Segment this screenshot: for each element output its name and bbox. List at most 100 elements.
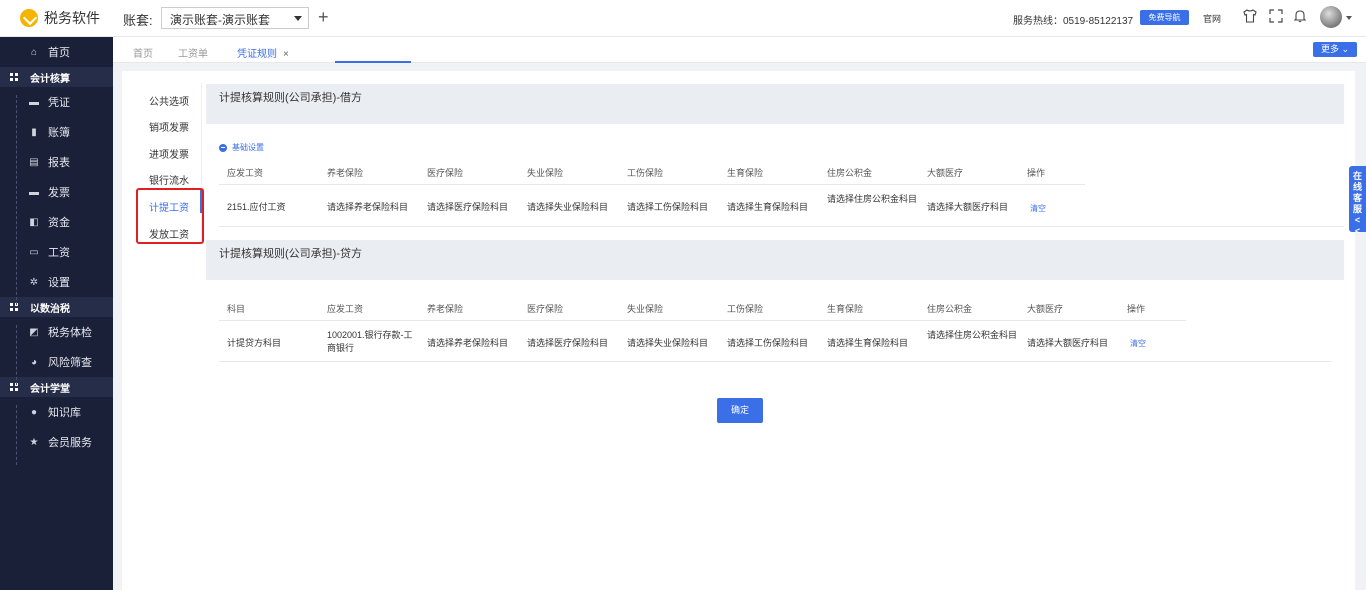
close-icon[interactable]: × <box>283 49 289 60</box>
table-header: 失业保险 <box>527 168 564 178</box>
user-avatar[interactable] <box>1320 6 1342 28</box>
table-cell[interactable]: 请选择失业保险科目 <box>627 337 708 350</box>
homepage-link[interactable]: 官网 <box>1203 12 1221 25</box>
table-header: 工伤保险 <box>727 304 764 314</box>
table-header: 住房公积金 <box>827 168 873 178</box>
fullscreen-icon[interactable] <box>1268 9 1284 25</box>
table-cell[interactable]: 请选择工伤保险科目 <box>627 201 708 214</box>
table-cell[interactable]: 请选择生育保险科目 <box>827 337 908 350</box>
sidebar-item-label: 会员服务 <box>48 437 92 449</box>
table-cell[interactable]: 请选择大额医疗科目 <box>927 201 1008 214</box>
nav-purchase-invoice[interactable]: 进项发票 <box>149 146 189 161</box>
checkup-icon: ◩ <box>29 326 39 338</box>
more-button[interactable]: 更多 ⌄ <box>1313 42 1357 57</box>
sidebar-section-accounting[interactable]: 会计核算 <box>0 67 113 87</box>
sidebar-item-label: 设置 <box>48 277 70 289</box>
sidebar-item-label: 首页 <box>48 47 70 59</box>
table-header: 生育保险 <box>727 168 764 178</box>
table-cell[interactable]: 1002001.银行存款-工商银行 <box>327 329 415 355</box>
sidebar-item-label: 报表 <box>48 157 70 169</box>
table-header: 操作 <box>1127 304 1146 314</box>
table-header: 应发工资 <box>327 304 364 314</box>
money-icon: ◧ <box>29 216 39 228</box>
app-logo[interactable]: 税务软件 <box>20 8 100 28</box>
table-header: 养老保险 <box>427 304 464 314</box>
account-select-value: 演示账套-演示账套 <box>170 13 270 27</box>
nav-bank-statement[interactable]: 银行流水 <box>149 172 189 187</box>
clear-button[interactable]: 清空 <box>1130 337 1146 350</box>
debit-section-header: 计提核算规则(公司承担)-借方 <box>206 84 1344 124</box>
table-cell[interactable]: 请选择生育保险科目 <box>727 201 808 214</box>
table-header: 科目 <box>227 304 246 314</box>
table-cell[interactable]: 请选择养老保险科目 <box>427 337 508 350</box>
table-cell[interactable]: 请选择工伤保险科目 <box>727 337 808 350</box>
online-service-tab[interactable]: 在线客服<< <box>1349 166 1366 236</box>
nav-public-options[interactable]: 公共选项 <box>149 93 189 108</box>
credit-section-title: 计提核算规则(公司承担)-贷方 <box>219 248 362 260</box>
row-divider <box>219 320 1186 321</box>
grid-icon <box>10 73 18 81</box>
debit-section-title: 计提核算规则(公司承担)-借方 <box>219 92 362 104</box>
basic-settings-toggle[interactable]: 基础设置 <box>219 142 264 153</box>
online-service-label: 在线客服<< <box>1352 171 1362 236</box>
table-cell[interactable]: 请选择医疗保险科目 <box>427 201 508 214</box>
table-cell[interactable]: 2151.应付工资 <box>227 201 286 214</box>
location-pin-icon: ● <box>30 406 38 418</box>
star-icon: ★ <box>29 436 39 448</box>
invoice-icon: ▬ <box>29 186 39 198</box>
table-cell[interactable]: 请选择住房公积金科目 <box>927 329 1017 342</box>
sidebar-section-label: 会计核算 <box>30 73 70 85</box>
table-cell[interactable]: 请选择失业保险科目 <box>527 201 608 214</box>
sidebar-item-label: 账簿 <box>48 127 70 139</box>
annotation-highlight-box <box>136 188 204 244</box>
table-header: 应发工资 <box>227 168 264 178</box>
table-cell[interactable]: 请选择养老保险科目 <box>327 201 408 214</box>
account-label: 账套: <box>123 13 153 28</box>
table-cell[interactable]: 请选择住房公积金科目 <box>827 193 917 206</box>
active-tab-indicator <box>335 61 411 63</box>
sidebar-section-label: 以数治税 <box>30 303 70 315</box>
avatar-chevron-icon[interactable] <box>1346 16 1352 20</box>
table-header: 住房公积金 <box>927 304 973 314</box>
table-header: 工伤保险 <box>627 168 664 178</box>
nav-sales-invoice[interactable]: 销项发票 <box>149 119 189 134</box>
account-select[interactable]: 演示账套-演示账套 <box>161 7 309 29</box>
table-cell[interactable]: 计提贷方科目 <box>227 337 281 350</box>
app-name: 税务软件 <box>44 10 100 26</box>
logo-icon <box>20 9 38 27</box>
tshirt-icon[interactable] <box>1242 9 1258 25</box>
table-header: 生育保险 <box>827 304 864 314</box>
gear-icon: ✲ <box>29 276 39 288</box>
sidebar-item-home[interactable]: ⌂ 首页 <box>0 37 113 67</box>
sidebar-section-label: 会计学堂 <box>30 383 70 395</box>
free-nav-button[interactable]: 免费导航 <box>1140 10 1189 25</box>
table-header: 养老保险 <box>327 168 364 178</box>
tab-home[interactable]: 首页 <box>133 45 153 60</box>
ticket-icon: ▬ <box>29 96 39 108</box>
sidebar-item-label: 资金 <box>48 217 70 229</box>
credit-section-header: 计提核算规则(公司承担)-贷方 <box>206 240 1344 280</box>
sidebar-tree-line <box>16 325 17 385</box>
table-header: 医疗保险 <box>427 168 464 178</box>
table-header: 失业保险 <box>627 304 664 314</box>
collapse-icon <box>219 143 227 152</box>
main-panel: 公共选项 销项发票 进项发票 银行流水 计提工资 发放工资 计提核算规则(公司承… <box>122 71 1355 590</box>
tab-payroll[interactable]: 工资单 <box>178 45 208 60</box>
document-icon: ▤ <box>29 156 39 168</box>
bell-icon[interactable] <box>1292 9 1308 25</box>
table-cell[interactable]: 请选择大额医疗科目 <box>1027 337 1108 350</box>
confirm-button[interactable]: 确定 <box>717 398 763 423</box>
table-header: 操作 <box>1027 168 1046 178</box>
sidebar-tree-line <box>16 95 17 305</box>
tab-voucher-rules[interactable]: 凭证规则 × <box>237 45 289 60</box>
top-bar: 税务软件 账套: 演示账套-演示账套 + 服务热线：0519-85122137 … <box>0 0 1366 37</box>
bar-chart-icon: ▮ <box>31 126 37 138</box>
sidebar: ⌂ 首页 会计核算 ▬ 凭证 ▮ 账簿 ▤ 报表 ▬ 发票 ◧ 资金 ▭ 工资 ✲ 设置 以数… <box>0 37 113 590</box>
salary-icon: ▭ <box>29 246 39 258</box>
home-icon: ⌂ <box>30 46 38 58</box>
sidebar-item-label: 凭证 <box>48 97 70 109</box>
tab-label: 凭证规则 <box>237 49 277 60</box>
clear-button[interactable]: 清空 <box>1030 202 1046 215</box>
add-account-button[interactable]: + <box>318 6 329 28</box>
table-cell[interactable]: 请选择医疗保险科目 <box>527 337 608 350</box>
